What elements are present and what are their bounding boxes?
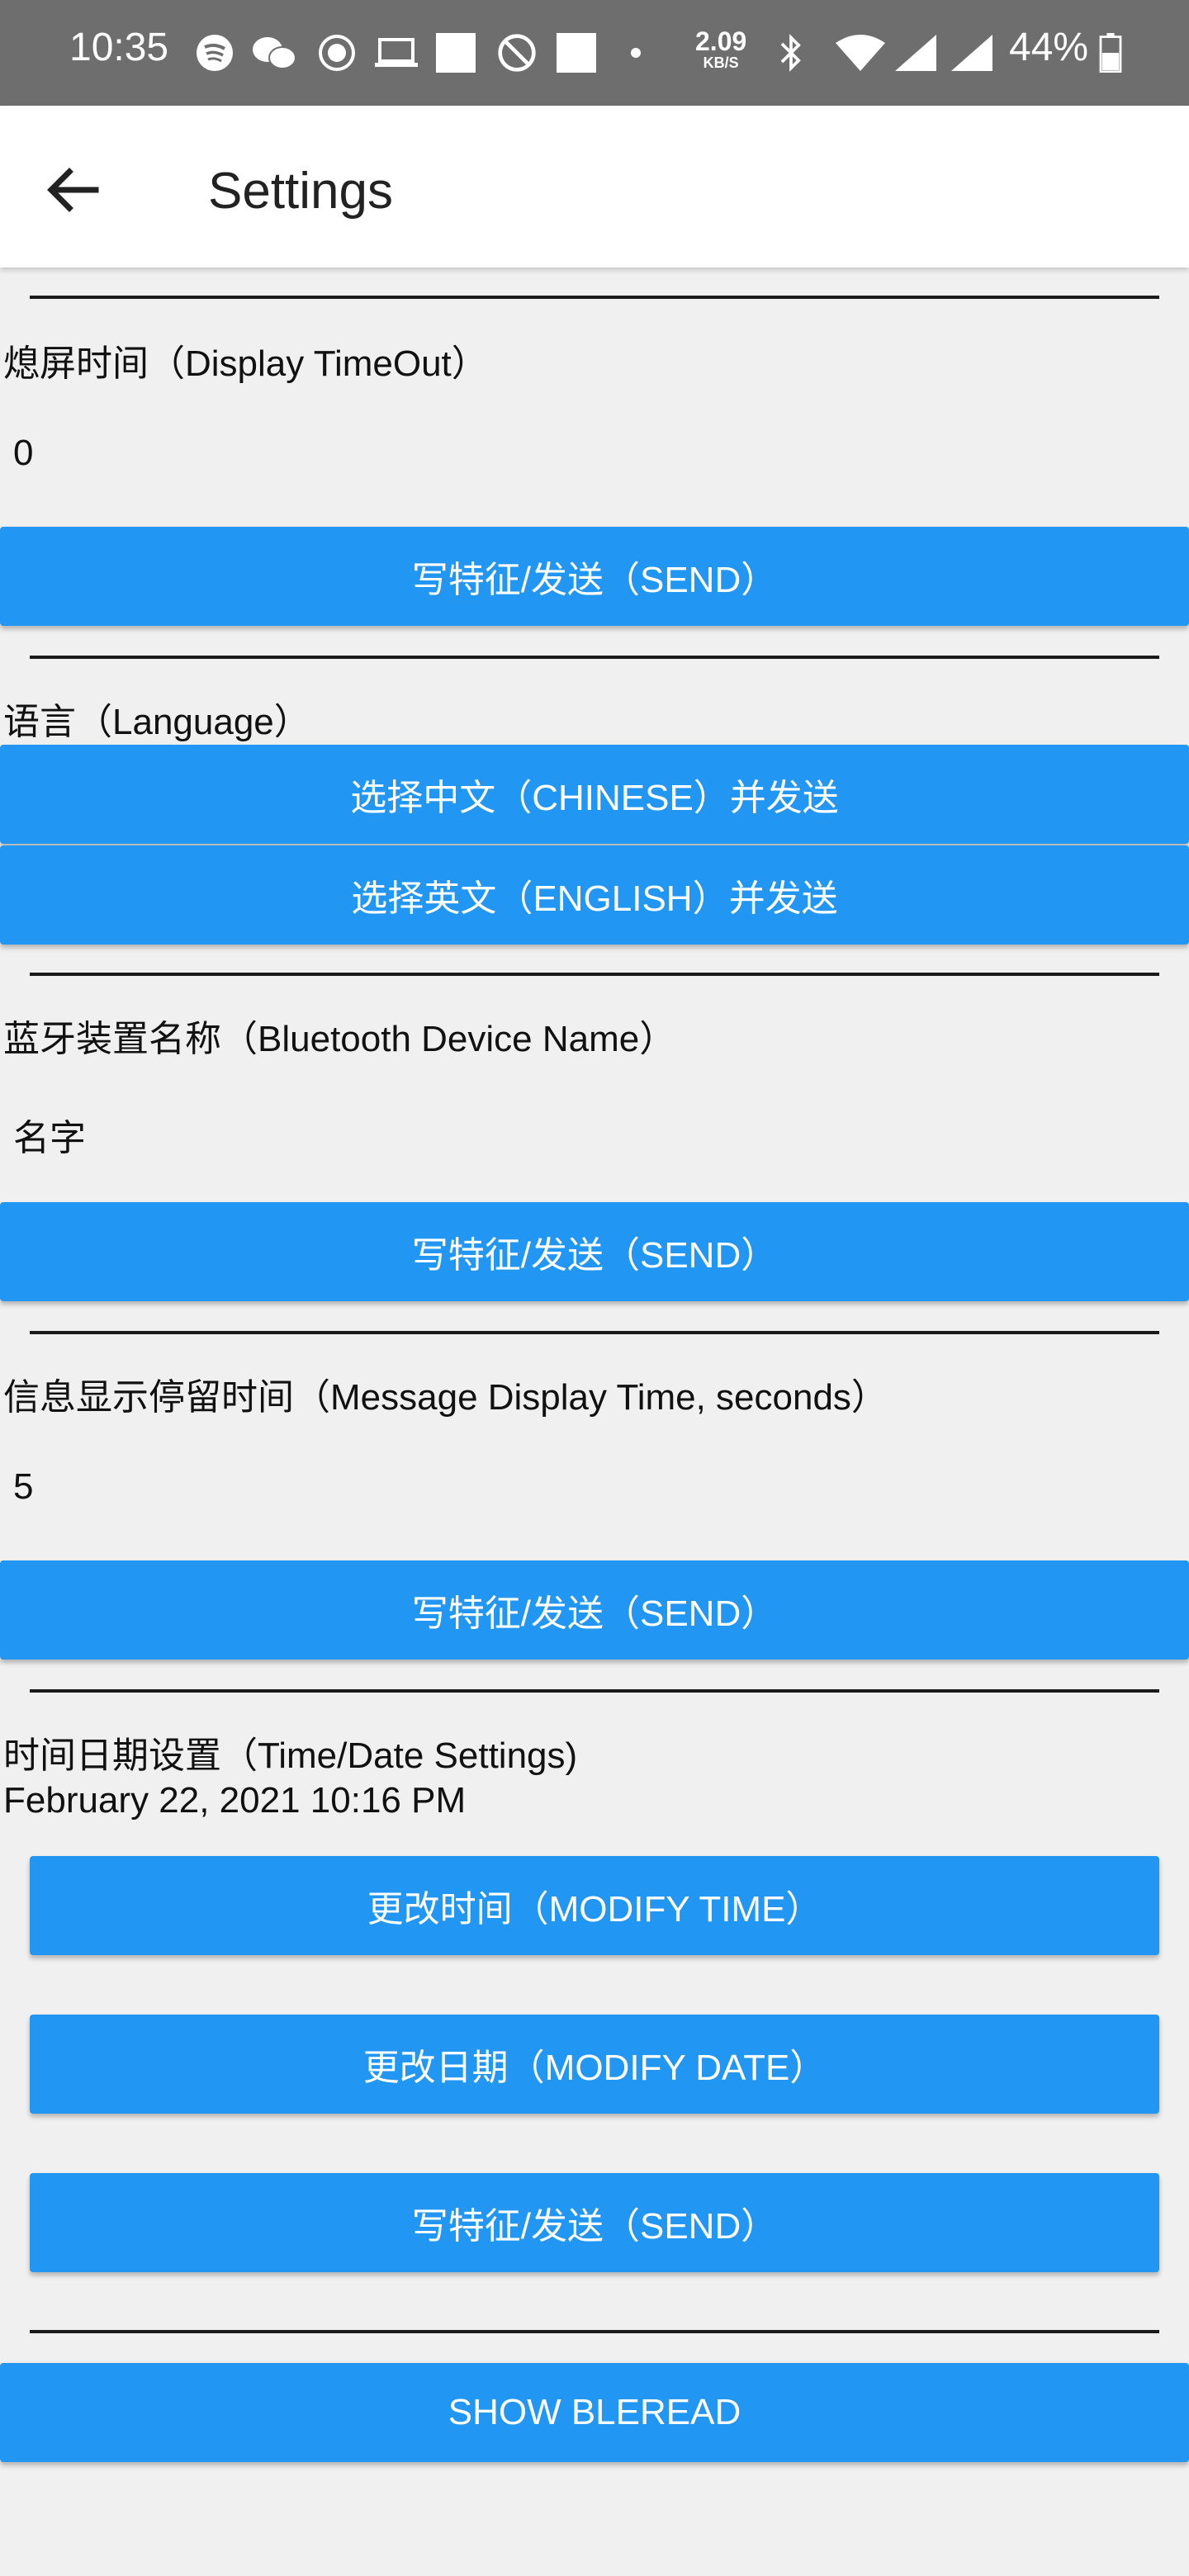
divider [30,2330,1159,2333]
language-label: 语言（Language） [3,702,310,742]
wifi-icon [836,35,885,71]
message-time-label: 信息显示停留时间（Message Display Time, seconds） [3,1377,888,1418]
device-name-value[interactable]: 名字 [13,1108,86,1161]
spotify-icon [197,35,233,71]
status-bar: 10:35 2.09 KB/S 44% [0,0,1189,106]
network-speed: 2.09 KB/S [695,28,746,71]
app-bar: Settings [0,106,1189,268]
display-timeout-value[interactable]: 0 [13,433,33,474]
time-date-send-button[interactable]: 写特征/发送（SEND） [30,2173,1159,2272]
divider [30,973,1159,976]
wechat-icon [253,37,296,69]
divider [30,296,1159,299]
current-datetime: February 22, 2021 10:16 PM [3,1780,467,1821]
network-speed-value: 2.09 [695,26,747,56]
square-notification-icon [436,33,476,73]
dot-icon [631,48,641,58]
divider [30,656,1159,659]
status-time: 10:35 [69,26,169,69]
battery-icon [1099,33,1122,73]
device-name-label: 蓝牙装置名称（Bluetooth Device Name） [3,1019,676,1059]
back-arrow-icon[interactable] [43,163,109,216]
select-chinese-button[interactable]: 选择中文（CHINESE）并发送 [0,745,1189,844]
time-date-label: 时间日期设置（Time/Date Settings) [3,1735,578,1776]
message-time-send-button[interactable]: 写特征/发送（SEND） [0,1560,1189,1660]
modify-time-button[interactable]: 更改时间（MODIFY TIME） [30,1856,1159,1955]
display-timeout-label: 熄屏时间（Display TimeOut） [3,343,488,384]
battery-percent: 44% [1009,26,1089,69]
square-notification-icon-2 [557,33,596,73]
divider [30,1689,1159,1693]
display-timeout-send-button[interactable]: 写特征/发送（SEND） [0,527,1189,626]
cell-signal-icon [895,35,936,71]
laptop-icon [375,38,418,67]
modify-date-button[interactable]: 更改日期（MODIFY DATE） [30,2015,1159,2114]
page-title: Settings [208,163,394,220]
show-bleread-button[interactable]: SHOW BLEREAD [0,2363,1189,2462]
device-name-send-button[interactable]: 写特征/发送（SEND） [0,1202,1189,1301]
cell-signal-icon-2 [951,35,992,71]
network-speed-unit: KB/S [703,54,739,71]
blocked-icon [498,34,536,72]
select-english-button[interactable]: 选择英文（ENGLISH）并发送 [0,845,1189,945]
divider [30,1331,1159,1334]
message-time-value[interactable]: 5 [13,1466,33,1508]
bluetooth-icon [780,34,801,72]
record-icon [319,35,355,71]
